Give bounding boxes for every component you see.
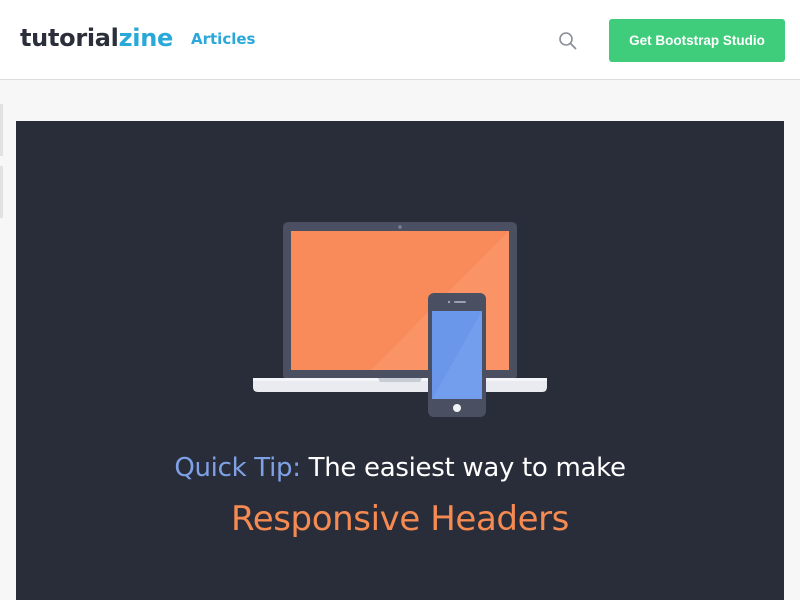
hero-banner[interactable]: Quick Tip: The easiest way to make Respo…	[16, 121, 784, 600]
smartphone-icon	[428, 293, 486, 417]
logo-text-part1: tutorial	[20, 24, 119, 52]
laptop-icon	[253, 222, 547, 392]
hero-subtitle: Quick Tip: The easiest way to make	[16, 451, 784, 485]
hero-title: Responsive Headers	[231, 499, 569, 539]
site-logo[interactable]: tutorialzine	[20, 22, 173, 54]
side-edge-tab	[0, 104, 3, 156]
search-button[interactable]	[556, 29, 580, 53]
side-edge-tab	[0, 166, 3, 218]
get-bootstrap-studio-button[interactable]: Get Bootstrap Studio	[609, 19, 785, 62]
hero-subtitle-text: The easiest way to make	[308, 453, 626, 483]
search-icon	[559, 32, 577, 50]
nav-articles-link[interactable]: Articles	[191, 29, 255, 49]
logo-text-part2: zine	[118, 24, 174, 52]
hero-tag: Quick Tip:	[174, 453, 301, 483]
site-header: tutorialzine Articles Get Bootstrap Stud…	[0, 0, 800, 80]
